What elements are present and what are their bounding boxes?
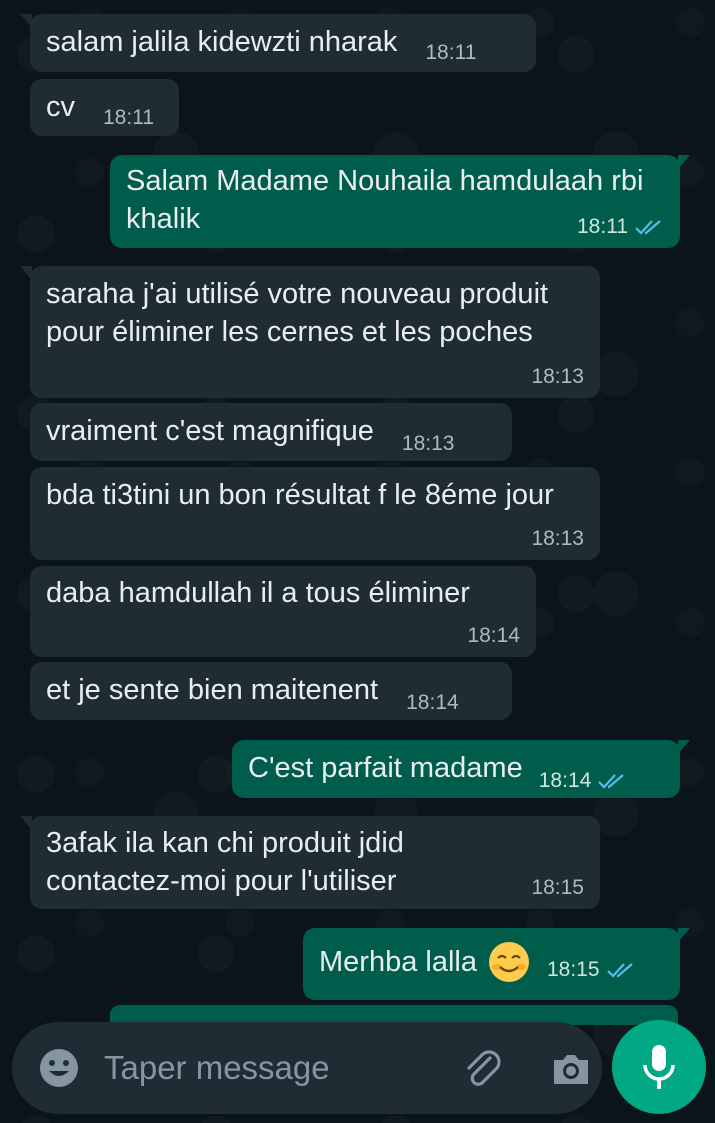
message-time: 18:13 [531,527,584,550]
message-text: Merhba lalla [319,946,477,978]
message-text: bda ti3tini un bon résultat f le 8éme jo… [46,479,554,511]
message-text: cv [46,91,75,123]
message-text: salam jalila kidewzti nharak [46,26,398,58]
message-time: 18:13 [401,432,455,455]
message-incoming[interactable]: vraiment c'est magnifique 18:13 [30,403,512,461]
message-incoming[interactable]: et je sente bien maitenent 18:14 [30,662,512,720]
message-time: 18:11 [425,41,477,64]
message-text: vraiment c'est magnifique [46,415,374,447]
message-outgoing[interactable]: Salam Madame Nouhaila hamdulaah rbi khal… [110,155,690,248]
message-time: 18:14 [406,691,459,714]
message-meta: 18:14 [539,769,628,793]
read-ticks-icon [606,963,633,978]
camera-icon[interactable] [548,1046,594,1092]
message-incoming[interactable]: salam jalila kidewzti nharak 18:11 [20,14,536,72]
message-time: 18:11 [577,215,628,238]
message-text: daba hamdullah il a tous éliminer [46,577,470,609]
read-ticks-icon [635,220,661,235]
smiling-face-emoji [488,942,529,982]
message-incoming[interactable]: daba hamdullah il a tous éliminer 18:14 [30,566,536,657]
message-outgoing[interactable]: C'est parfait madame 18:14 [232,740,690,798]
message-time: 18:14 [467,624,520,647]
message-outgoing[interactable]: Merhba lalla 18:15 [303,928,690,1000]
emoji-icon[interactable] [38,1047,80,1089]
message-incoming[interactable]: cv 18:11 [30,79,179,136]
message-incoming[interactable]: 3afak ila kan chi produit jdid contactez… [20,816,600,909]
message-time: 18:13 [531,365,584,388]
attachment-icon[interactable] [460,1046,506,1092]
message-incoming[interactable]: saraha j'ai utilisé votre nouveau produi… [20,266,600,398]
message-time: 18:11 [103,106,154,129]
message-time: 18:15 [546,958,600,981]
message-text-group: Merhba lalla [319,940,531,984]
message-input[interactable]: Taper message [104,1049,330,1087]
message-incoming[interactable]: bda ti3tini un bon résultat f le 8éme jo… [30,467,600,560]
message-text: C'est parfait madame [248,752,523,784]
message-text: 3afak ila kan chi produit jdid contactez… [46,827,404,897]
microphone-icon [643,1045,675,1089]
message-meta: 18:15 [547,958,636,982]
message-time: 18:14 [538,769,592,792]
message-text: et je sente bien maitenent [46,674,379,706]
message-meta: 18:11 [577,215,664,239]
chat-area: salam jalila kidewzti nharak 18:11 cv 18… [0,0,715,1123]
message-text: saraha j'ai utilisé votre nouveau produi… [46,278,549,348]
message-time: 18:15 [531,876,584,899]
message-composer[interactable]: Taper message [12,1022,602,1114]
read-ticks-icon [598,774,624,789]
microphone-button[interactable] [612,1020,706,1114]
